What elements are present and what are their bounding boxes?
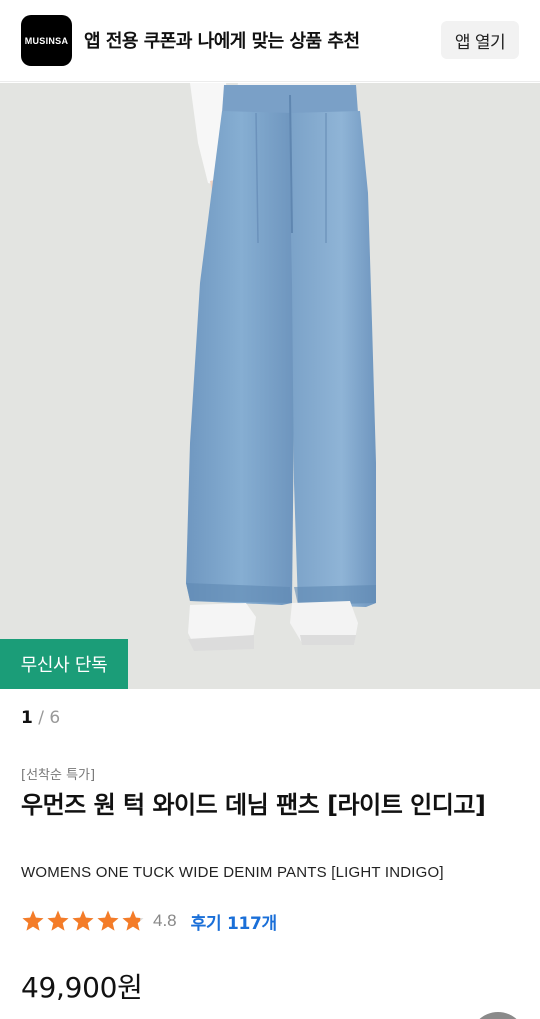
pager-separator: /	[38, 708, 44, 728]
open-app-button[interactable]: 앱 열기	[441, 21, 519, 59]
product-image-carousel[interactable]: 무신사 단독	[0, 83, 540, 689]
banner-message: 앱 전용 쿠폰과 나에게 맞는 상품 추천	[84, 31, 360, 52]
app-install-banner: MUSINSA 앱 전용 쿠폰과 나에게 맞는 상품 추천 앱 열기	[0, 0, 540, 82]
product-title: 우먼즈 원 턱 와이드 데님 팬츠 [라이트 인디고]	[21, 791, 486, 819]
promo-tag: [선착순 특가]	[21, 768, 96, 783]
scroll-top-button[interactable]	[470, 1012, 526, 1019]
star-icon	[122, 910, 144, 931]
product-photo	[186, 83, 376, 651]
pager-total: 6	[49, 708, 61, 728]
product-price: 49,900원	[21, 971, 143, 1004]
star-icon	[72, 910, 94, 931]
product-english-title: WOMENS ONE TUCK WIDE DENIM PANTS [LIGHT …	[21, 864, 444, 881]
rating-row: 4.8 후기 117개	[21, 906, 277, 936]
image-pager: 1 / 6	[21, 708, 60, 728]
star-icon	[47, 910, 69, 931]
star-icon	[97, 910, 119, 931]
reviews-link[interactable]: 후기 117개	[191, 909, 278, 934]
pager-current: 1	[21, 708, 33, 728]
star-rating	[21, 909, 145, 933]
exclusive-badge: 무신사 단독	[0, 639, 128, 689]
logo-text: MUSINSA	[24, 35, 69, 46]
star-icon	[22, 910, 44, 931]
musinsa-logo: MUSINSA	[21, 15, 72, 66]
rating-score: 4.8	[153, 911, 177, 930]
